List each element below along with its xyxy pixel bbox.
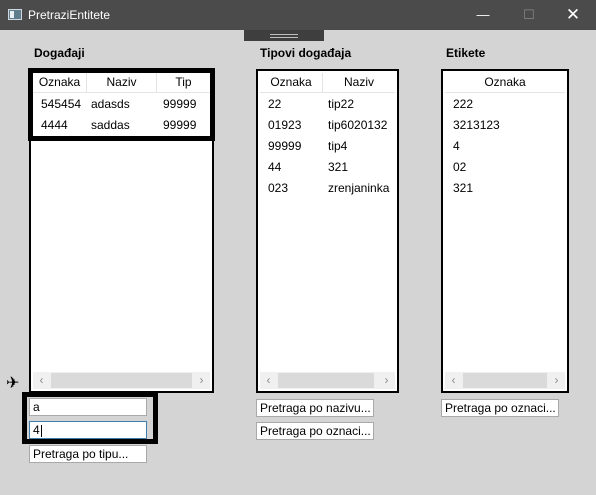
table-row[interactable]: 222 (445, 94, 565, 115)
scrollbar-thumb[interactable] (51, 373, 192, 388)
scroll-right-icon[interactable]: › (193, 372, 210, 389)
scroll-left-icon[interactable]: ‹ (260, 372, 277, 389)
maximize-button[interactable]: ☐ (506, 0, 552, 30)
title-bar: PretraziEntitete — ☐ ✕ (0, 0, 596, 30)
types-horizontal-scrollbar[interactable]: ‹ › (260, 372, 395, 389)
tags-section-label: Etikete (446, 46, 486, 60)
minimize-button[interactable]: — (460, 0, 506, 30)
table-row[interactable]: 321 (445, 178, 565, 199)
tags-horizontal-scrollbar[interactable]: ‹ › (445, 372, 565, 389)
pointer-cursor-icon: ✈ (6, 375, 20, 392)
scroll-left-icon[interactable]: ‹ (445, 372, 462, 389)
app-icon (8, 9, 22, 20)
table-row[interactable]: 99999 tip4 (260, 136, 395, 157)
table-row[interactable]: 023 zrenjaninka (260, 178, 395, 199)
scroll-left-icon[interactable]: ‹ (33, 372, 50, 389)
scroll-right-icon[interactable]: › (378, 372, 395, 389)
events-search-field-1[interactable]: a (29, 398, 147, 416)
table-row[interactable]: 22 tip22 (260, 94, 395, 115)
table-row[interactable]: 3213123 (445, 115, 565, 136)
tags-grid[interactable]: Oznaka 222 3213123 4 02 321 ‹ › (441, 69, 569, 393)
event-types-section-label: Tipovi događaja (260, 46, 352, 60)
tags-search-by-label-input[interactable]: Pretraga po oznaci... (441, 399, 559, 417)
table-row[interactable]: 4 (445, 136, 565, 157)
events-section-label: Događaji (34, 46, 85, 60)
close-button[interactable]: ✕ (550, 0, 596, 30)
window-title: PretraziEntitete (28, 8, 111, 22)
types-col-naziv[interactable]: Naziv (323, 73, 395, 93)
table-row[interactable]: 02 (445, 157, 565, 178)
text-caret (40, 424, 42, 437)
drag-grip-handle[interactable] (244, 30, 324, 41)
types-search-by-label-input[interactable]: Pretraga po oznaci... (256, 422, 374, 440)
events-search-field-2[interactable]: 4 (29, 421, 147, 439)
tags-col-oznaka[interactable]: Oznaka (445, 73, 565, 93)
types-col-oznaka[interactable]: Oznaka (260, 73, 323, 93)
events-highlight-border (28, 68, 215, 141)
scroll-right-icon[interactable]: › (548, 372, 565, 389)
table-row[interactable]: 01923 tip6020132 (260, 115, 395, 136)
scrollbar-thumb[interactable] (278, 373, 374, 388)
events-search-by-type-input[interactable]: Pretraga po tipu... (29, 445, 147, 463)
types-search-by-name-input[interactable]: Pretraga po nazivu... (256, 399, 374, 417)
scrollbar-thumb[interactable] (463, 373, 547, 388)
table-row[interactable]: 44 321 (260, 157, 395, 178)
events-horizontal-scrollbar[interactable]: ‹ › (33, 372, 210, 389)
event-types-grid[interactable]: Oznaka Naziv 22 tip22 01923 tip6020132 9… (256, 69, 399, 393)
